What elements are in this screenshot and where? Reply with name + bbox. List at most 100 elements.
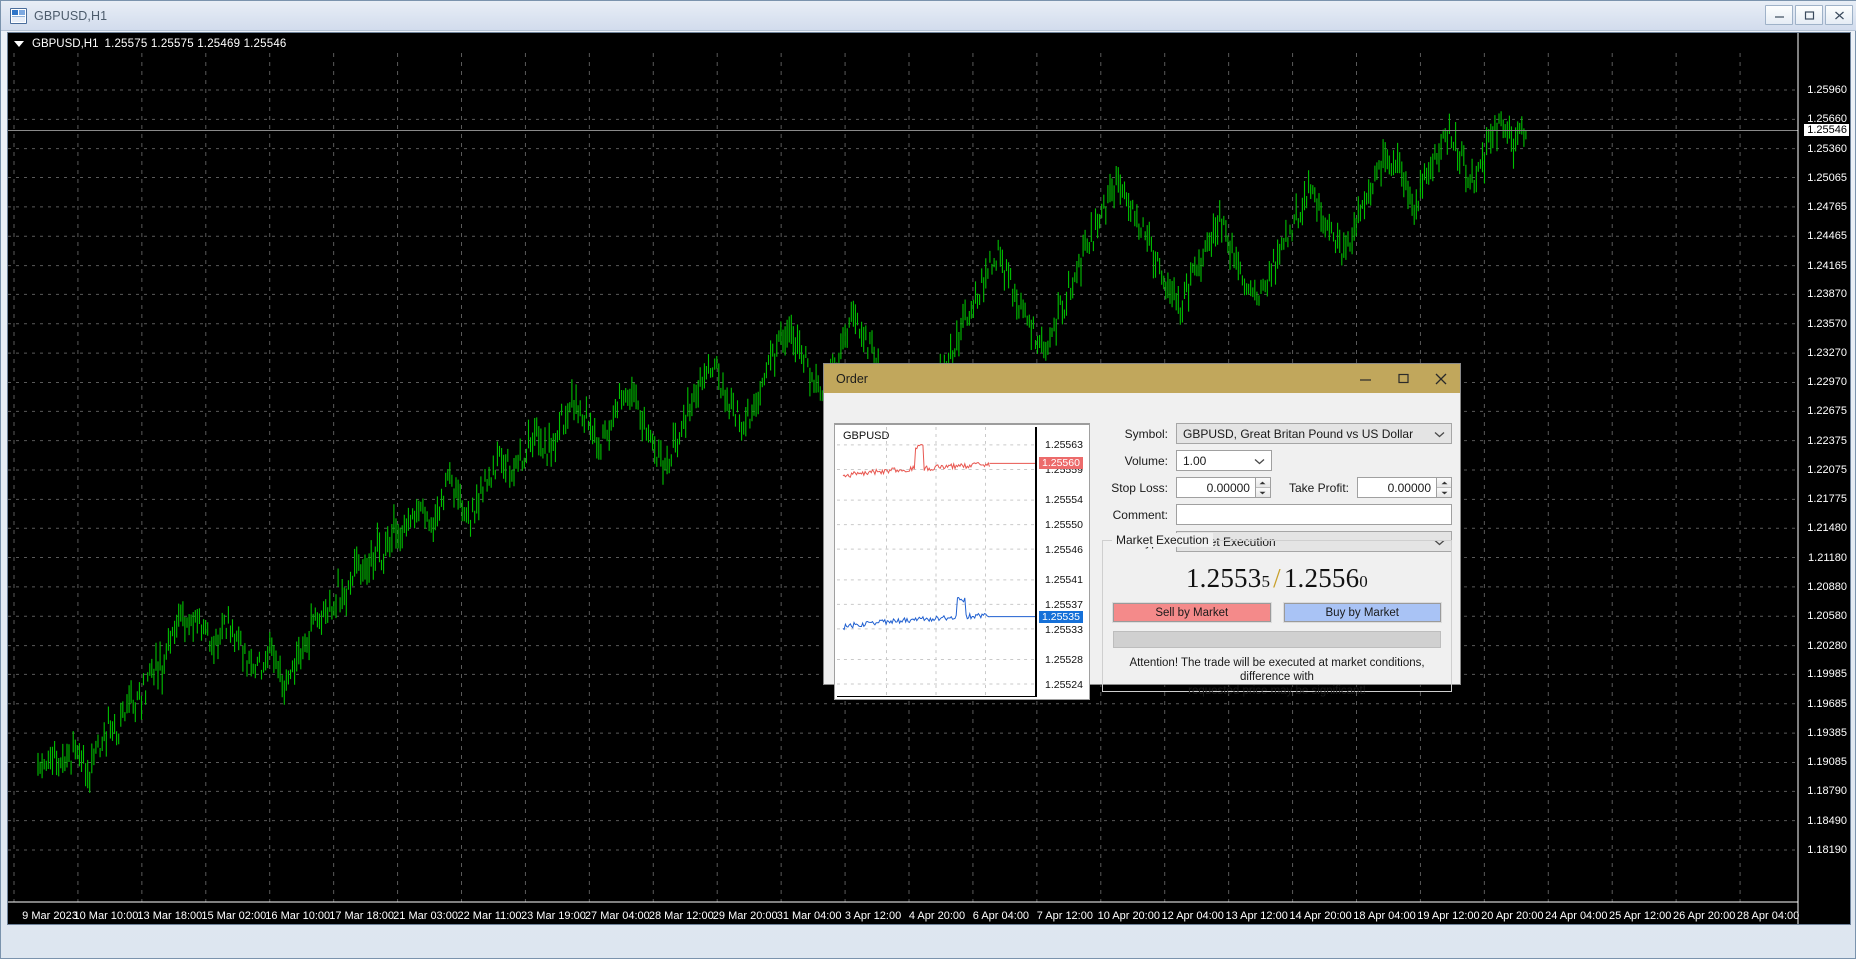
time-axis-label: 26 Apr 20:00 <box>1672 910 1736 922</box>
volume-row: Volume: 1.00 <box>1102 450 1452 471</box>
price-axis-label: 1.21775 <box>1807 493 1847 506</box>
warning-line-1: Attention! The trade will be executed at… <box>1129 657 1425 683</box>
close-icon <box>1834 11 1844 19</box>
execution-progress-bar <box>1113 631 1441 648</box>
symbol-label: Symbol: <box>1124 426 1168 441</box>
time-axis-label: 15 Mar 02:00 <box>201 910 267 922</box>
price-axis-label: 1.18490 <box>1807 814 1847 827</box>
tick-chart-grid <box>837 427 1035 696</box>
tick-price-label: 1.25528 <box>1045 654 1083 667</box>
time-axis-label: 4 Apr 20:00 <box>908 910 966 922</box>
price-axis-label: 1.22075 <box>1807 464 1847 476</box>
price-axis-label: 1.22675 <box>1807 405 1847 418</box>
order-close-button[interactable] <box>1422 364 1460 393</box>
time-axis-label: 23 Mar 19:00 <box>521 910 586 922</box>
tick-price-label: 1.25533 <box>1045 623 1083 636</box>
time-axis-label: 24 Apr 04:00 <box>1545 910 1608 922</box>
close-button[interactable] <box>1825 5 1853 25</box>
maximize-button[interactable] <box>1795 5 1823 25</box>
price-axis-label: 1.19985 <box>1807 668 1847 681</box>
stoploss-takeprofit-row: Stop Loss: 0.00000 Take Profit: 0.00000 <box>1102 477 1452 498</box>
price-axis-label: 1.18790 <box>1807 785 1847 798</box>
time-axis-label: 10 Mar 10:00 <box>73 910 139 922</box>
price-axis-label: 1.25360 <box>1807 142 1847 155</box>
execution-warning: Attention! The trade will be executed at… <box>1115 656 1439 698</box>
stop-loss-spin-buttons[interactable] <box>1254 477 1271 498</box>
spin-up-icon[interactable] <box>1437 478 1451 488</box>
time-axis-label: 20 Apr 20:00 <box>1481 910 1544 922</box>
price-axis-label: 1.19385 <box>1807 727 1847 740</box>
price-axis-label: 1.24765 <box>1807 200 1847 213</box>
volume-label: Volume: <box>1124 453 1168 468</box>
take-profit-spin-buttons[interactable] <box>1436 477 1452 498</box>
order-dialog[interactable]: Order GBPUSD 1.25563 1.25559 1.25554 1.2… <box>823 363 1461 700</box>
buy-by-market-button[interactable]: Buy by Market <box>1282 602 1442 623</box>
take-profit-value[interactable]: 0.00000 <box>1357 477 1436 498</box>
price-axis-label: 1.23570 <box>1807 317 1847 330</box>
close-icon <box>1435 373 1447 384</box>
symbol-field[interactable]: GBPUSD, Great Britan Pound vs US Dollar <box>1176 423 1452 444</box>
spin-up-icon[interactable] <box>1255 478 1270 488</box>
tick-price-label: 1.25563 <box>1045 439 1083 451</box>
warning-line-2: requested price may be significant! <box>1188 685 1366 697</box>
price-axis-label: 1.18190 <box>1807 844 1847 856</box>
quote-separator: / <box>1273 563 1281 593</box>
stop-loss-stepper[interactable]: 0.00000 <box>1176 477 1271 498</box>
tick-price-label: 1.25546 <box>1045 543 1083 556</box>
minimize-icon <box>1359 379 1371 381</box>
chart-symbol-period: GBPUSD,H1 <box>32 38 99 50</box>
current-price-tag: 1.25546 <box>1804 124 1849 137</box>
bid-price-main: 1.2553 <box>1185 563 1262 593</box>
price-axis-label: 1.25065 <box>1807 171 1847 184</box>
window-controls <box>1765 5 1853 25</box>
spin-down-icon[interactable] <box>1437 488 1451 497</box>
stop-loss-label: Stop Loss: <box>1111 480 1168 495</box>
tick-bid-tag: 1.25560 <box>1039 457 1083 470</box>
take-profit-label: Take Profit: <box>1288 480 1350 495</box>
window-titlebar: GBPUSD,H1 <box>1 1 1856 31</box>
sell-by-market-button[interactable]: Sell by Market <box>1112 602 1272 623</box>
order-dialog-titlebar: Order <box>824 364 1460 393</box>
price-axis-label: 1.20280 <box>1807 639 1847 652</box>
order-minimize-button[interactable] <box>1346 364 1384 393</box>
order-dialog-title: Order <box>836 371 868 386</box>
minimize-icon <box>1774 15 1784 18</box>
comment-input[interactable] <box>1176 504 1452 525</box>
chevron-down-icon[interactable] <box>1434 427 1445 441</box>
stop-loss-value[interactable]: 0.00000 <box>1176 477 1255 498</box>
time-axis-label: 16 Mar 10:00 <box>265 910 331 922</box>
time-axis-label: 6 Apr 04:00 <box>972 910 1030 922</box>
chevron-down-icon[interactable] <box>1254 454 1265 468</box>
chevron-down-icon[interactable] <box>14 41 24 47</box>
order-dialog-window-controls <box>1346 364 1460 393</box>
ask-price-main: 1.2556 <box>1283 563 1360 593</box>
price-axis-label: 1.22375 <box>1807 434 1847 447</box>
comment-label: Comment: <box>1112 507 1168 522</box>
price-axis-label: 1.21180 <box>1808 551 1847 564</box>
tick-chart-canvas <box>837 427 1035 696</box>
time-axis-label: 27 Mar 04:00 <box>584 910 650 922</box>
tick-price-label: 1.25554 <box>1045 494 1083 507</box>
tick-chart-plot: GBPUSD <box>837 427 1037 697</box>
volume-value: 1.00 <box>1183 453 1207 468</box>
time-axis-label: 25 Apr 12:00 <box>1609 910 1672 922</box>
time-axis-label: 13 Apr 12:00 <box>1225 910 1288 922</box>
time-axis-label: 29 Mar 20:00 <box>712 910 778 922</box>
order-maximize-button[interactable] <box>1384 364 1422 393</box>
price-axis-label: 1.24165 <box>1807 259 1847 272</box>
minimize-button[interactable] <box>1765 5 1793 25</box>
volume-combobox[interactable]: 1.00 <box>1176 450 1272 471</box>
ask-tick-line <box>842 597 990 631</box>
ask-price-last-digit: 0 <box>1359 572 1368 591</box>
time-axis-label: 22 Mar 11:00 <box>457 910 522 922</box>
bid-price-last-digit: 5 <box>1261 572 1271 591</box>
take-profit-stepper[interactable]: 0.00000 <box>1357 477 1452 498</box>
quote-display: 1.25535/1.25560 <box>1103 563 1451 594</box>
mt5-application-window: GBPUSD,H1 GBPUSD,H1 1.25575 1.25575 1.25… <box>0 0 1856 959</box>
price-axis-label: 1.24465 <box>1807 230 1847 243</box>
spin-down-icon[interactable] <box>1255 488 1270 497</box>
price-axis-label: 1.21480 <box>1807 522 1847 535</box>
time-axis-label: 12 Apr 04:00 <box>1161 910 1224 922</box>
price-axis-label: 1.23270 <box>1807 347 1847 360</box>
tick-chart-panel[interactable]: GBPUSD 1.25563 1.25559 1.25554 1.25550 1.255… <box>834 423 1090 700</box>
